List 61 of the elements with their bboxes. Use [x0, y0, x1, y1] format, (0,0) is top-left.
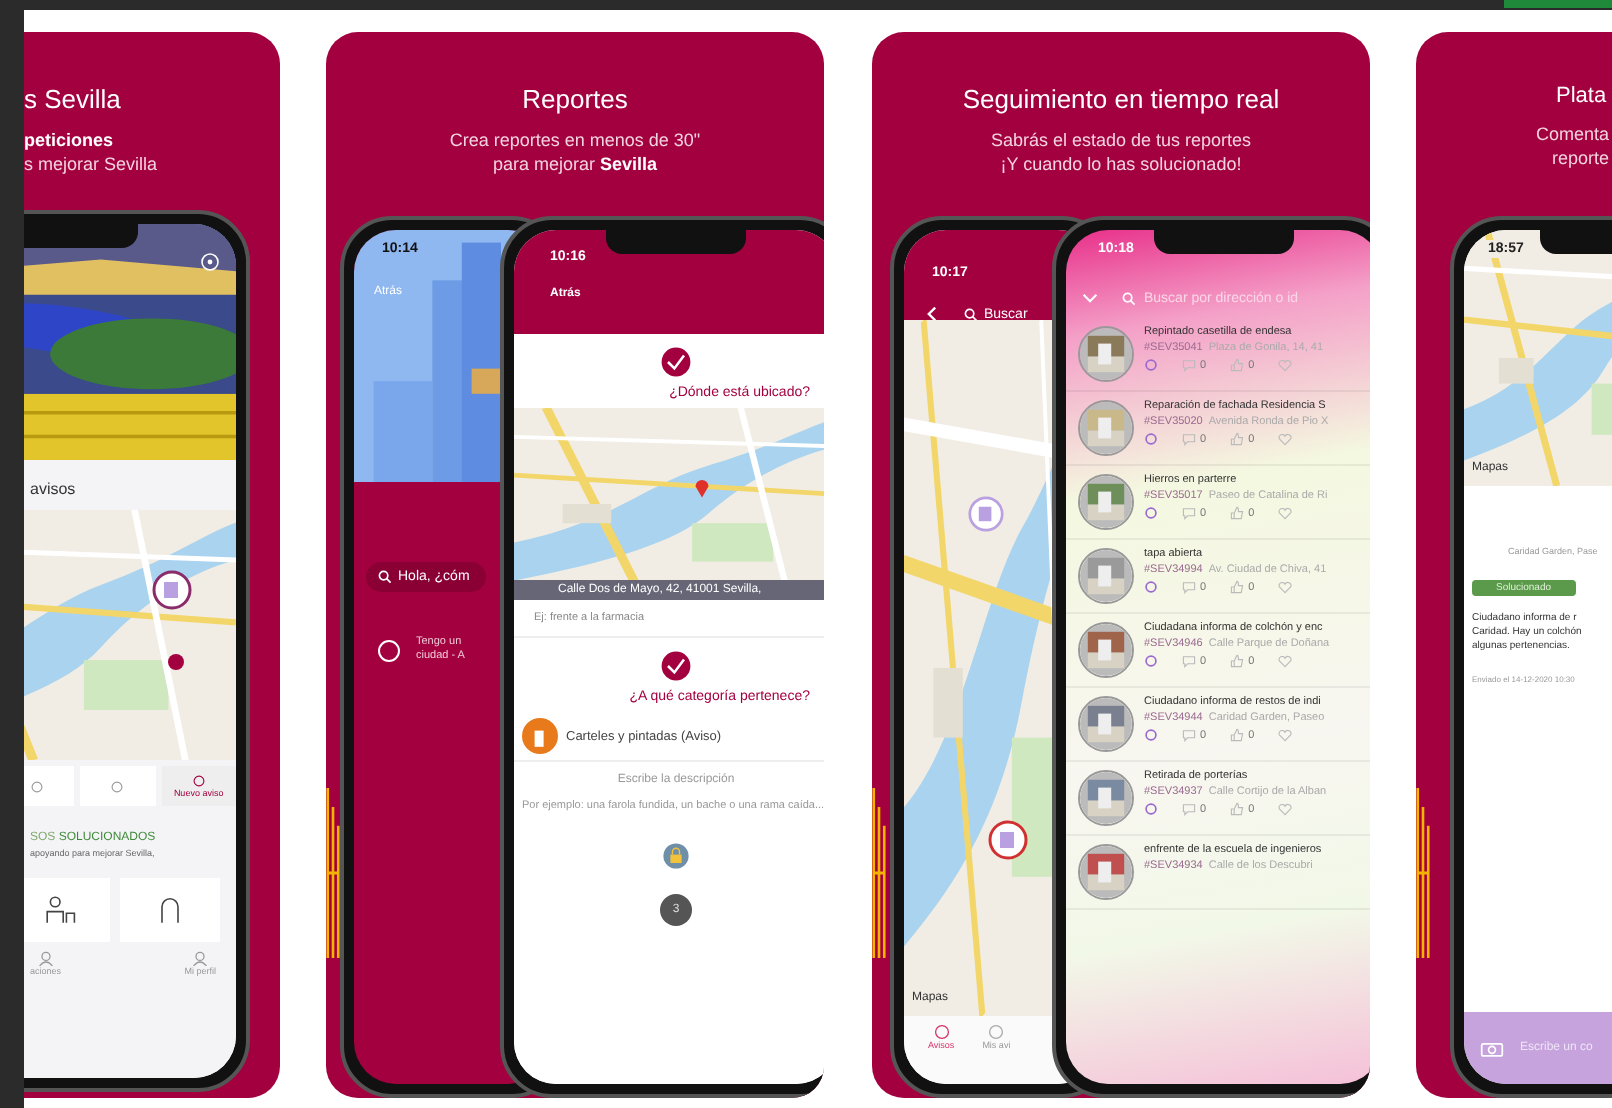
- comment-icon: [1182, 580, 1196, 594]
- heart-icon[interactable]: [1278, 580, 1293, 594]
- thumbs-up-icon: [1230, 728, 1245, 742]
- card-subtitle: s mejorar Sevilla: [24, 152, 160, 176]
- card-subtitle: peticiones: [24, 128, 116, 152]
- status-icon: [1144, 802, 1158, 816]
- comment-icon: [1182, 358, 1196, 372]
- card-title: Reportes: [520, 84, 630, 114]
- status-icon: [1144, 728, 1158, 742]
- status-icon: [1144, 580, 1158, 594]
- thumbs-up-icon: [1230, 506, 1245, 520]
- heart-icon[interactable]: [1278, 654, 1293, 668]
- check-icon: [660, 346, 692, 378]
- info-icon[interactable]: [200, 252, 220, 272]
- report-pin-icon[interactable]: [152, 570, 192, 610]
- chevron-down-icon[interactable]: [1082, 290, 1098, 306]
- corner-mark: [1504, 0, 1612, 8]
- card-subtitle: reporte: [1550, 146, 1612, 170]
- search-icon: [1122, 291, 1136, 305]
- phone-notch: [606, 230, 746, 254]
- phone-notch: [1154, 230, 1294, 254]
- thumbs-up-icon: [1230, 654, 1245, 668]
- lock-icon: [662, 842, 690, 870]
- card-title: s Sevilla: [24, 84, 123, 114]
- comment-icon: [1182, 728, 1196, 742]
- spray-can-icon: [522, 718, 558, 754]
- thumbs-up-icon: [1230, 580, 1245, 594]
- status-icon: [1144, 358, 1158, 372]
- heart-icon[interactable]: [1278, 432, 1293, 446]
- check-icon: [660, 650, 692, 682]
- card-subtitle: Crea reportes en menos de 30": [447, 128, 703, 152]
- card-subtitle: ¡Y cuando lo has solucionado!: [998, 152, 1244, 176]
- back-icon[interactable]: [924, 306, 940, 322]
- thumbs-up-icon: [1230, 802, 1245, 816]
- thumbs-up-icon: [1230, 432, 1245, 446]
- stat-card[interactable]: [24, 878, 110, 942]
- heart-icon[interactable]: [1278, 358, 1293, 372]
- heart-icon[interactable]: [1278, 728, 1293, 742]
- radio-button[interactable]: [378, 639, 400, 661]
- card-title: Seguimiento en tiempo real: [960, 84, 1282, 114]
- section-title: avisos: [30, 478, 78, 502]
- search-icon: [378, 570, 392, 584]
- thumbs-up-icon: [1230, 358, 1245, 372]
- cluster-dot-icon[interactable]: [168, 654, 184, 670]
- card-subtitle: Comenta: [1536, 122, 1612, 146]
- status-icon: [1144, 506, 1158, 520]
- card-title: Plata: [1556, 84, 1609, 108]
- people-icon: [44, 894, 76, 926]
- location-pin-icon: [694, 478, 710, 498]
- comment-icon: [1182, 654, 1196, 668]
- card-subtitle: Sabrás el estado de tus reportes: [988, 128, 1254, 152]
- comment-icon: [1182, 432, 1196, 446]
- search-icon: [964, 307, 978, 321]
- heart-icon[interactable]: [1278, 802, 1293, 816]
- status-icon: [1144, 432, 1158, 446]
- status-icon: [1144, 654, 1158, 668]
- heart-icon[interactable]: [1278, 506, 1293, 520]
- comment-icon: [1182, 506, 1196, 520]
- comment-icon: [1182, 802, 1196, 816]
- camera-icon[interactable]: [1480, 1039, 1504, 1057]
- card-subtitle: para mejorar Sevilla: [490, 152, 660, 176]
